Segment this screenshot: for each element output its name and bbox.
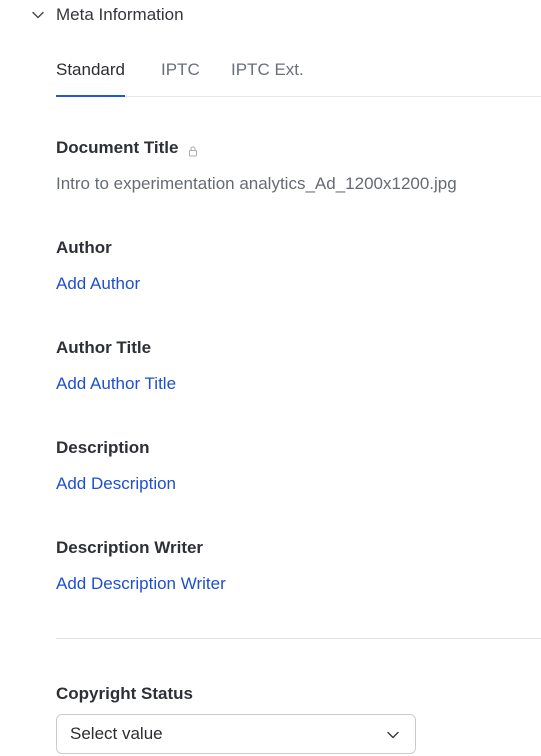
section-title: Meta Information bbox=[56, 5, 184, 24]
meta-information-panel: Meta Information Standard IPTC IPTC Ext.… bbox=[0, 0, 541, 756]
document-title-label-text: Document Title bbox=[56, 138, 179, 157]
divider bbox=[56, 638, 541, 639]
description-writer-label: Description Writer bbox=[56, 538, 204, 557]
author-label: Author bbox=[56, 238, 112, 257]
copyright-status-select-value: Select value bbox=[70, 724, 163, 743]
author-title-label: Author Title bbox=[56, 338, 152, 357]
copyright-status-label: Copyright Status bbox=[56, 684, 193, 703]
chevron-down-icon bbox=[30, 7, 46, 23]
meta-information-toggle[interactable]: Meta Information bbox=[30, 3, 184, 27]
copyright-status-select[interactable]: Select value bbox=[56, 714, 416, 754]
tab-iptc-ext[interactable]: IPTC Ext. bbox=[231, 52, 304, 96]
add-description-link[interactable]: Add Description bbox=[56, 474, 176, 494]
document-title-value: Intro to experimentation analytics_Ad_12… bbox=[56, 174, 457, 193]
add-author-link[interactable]: Add Author bbox=[56, 274, 140, 294]
meta-tabs: Standard IPTC IPTC Ext. bbox=[56, 52, 541, 97]
tab-iptc[interactable]: IPTC bbox=[161, 52, 200, 96]
add-author-title-link[interactable]: Add Author Title bbox=[56, 374, 176, 394]
lock-icon bbox=[188, 142, 198, 157]
add-description-writer-link[interactable]: Add Description Writer bbox=[56, 574, 226, 594]
chevron-down-icon bbox=[385, 727, 401, 743]
document-title-label: Document Title bbox=[56, 138, 198, 158]
description-label: Description bbox=[56, 438, 150, 457]
tab-standard[interactable]: Standard bbox=[56, 52, 125, 97]
